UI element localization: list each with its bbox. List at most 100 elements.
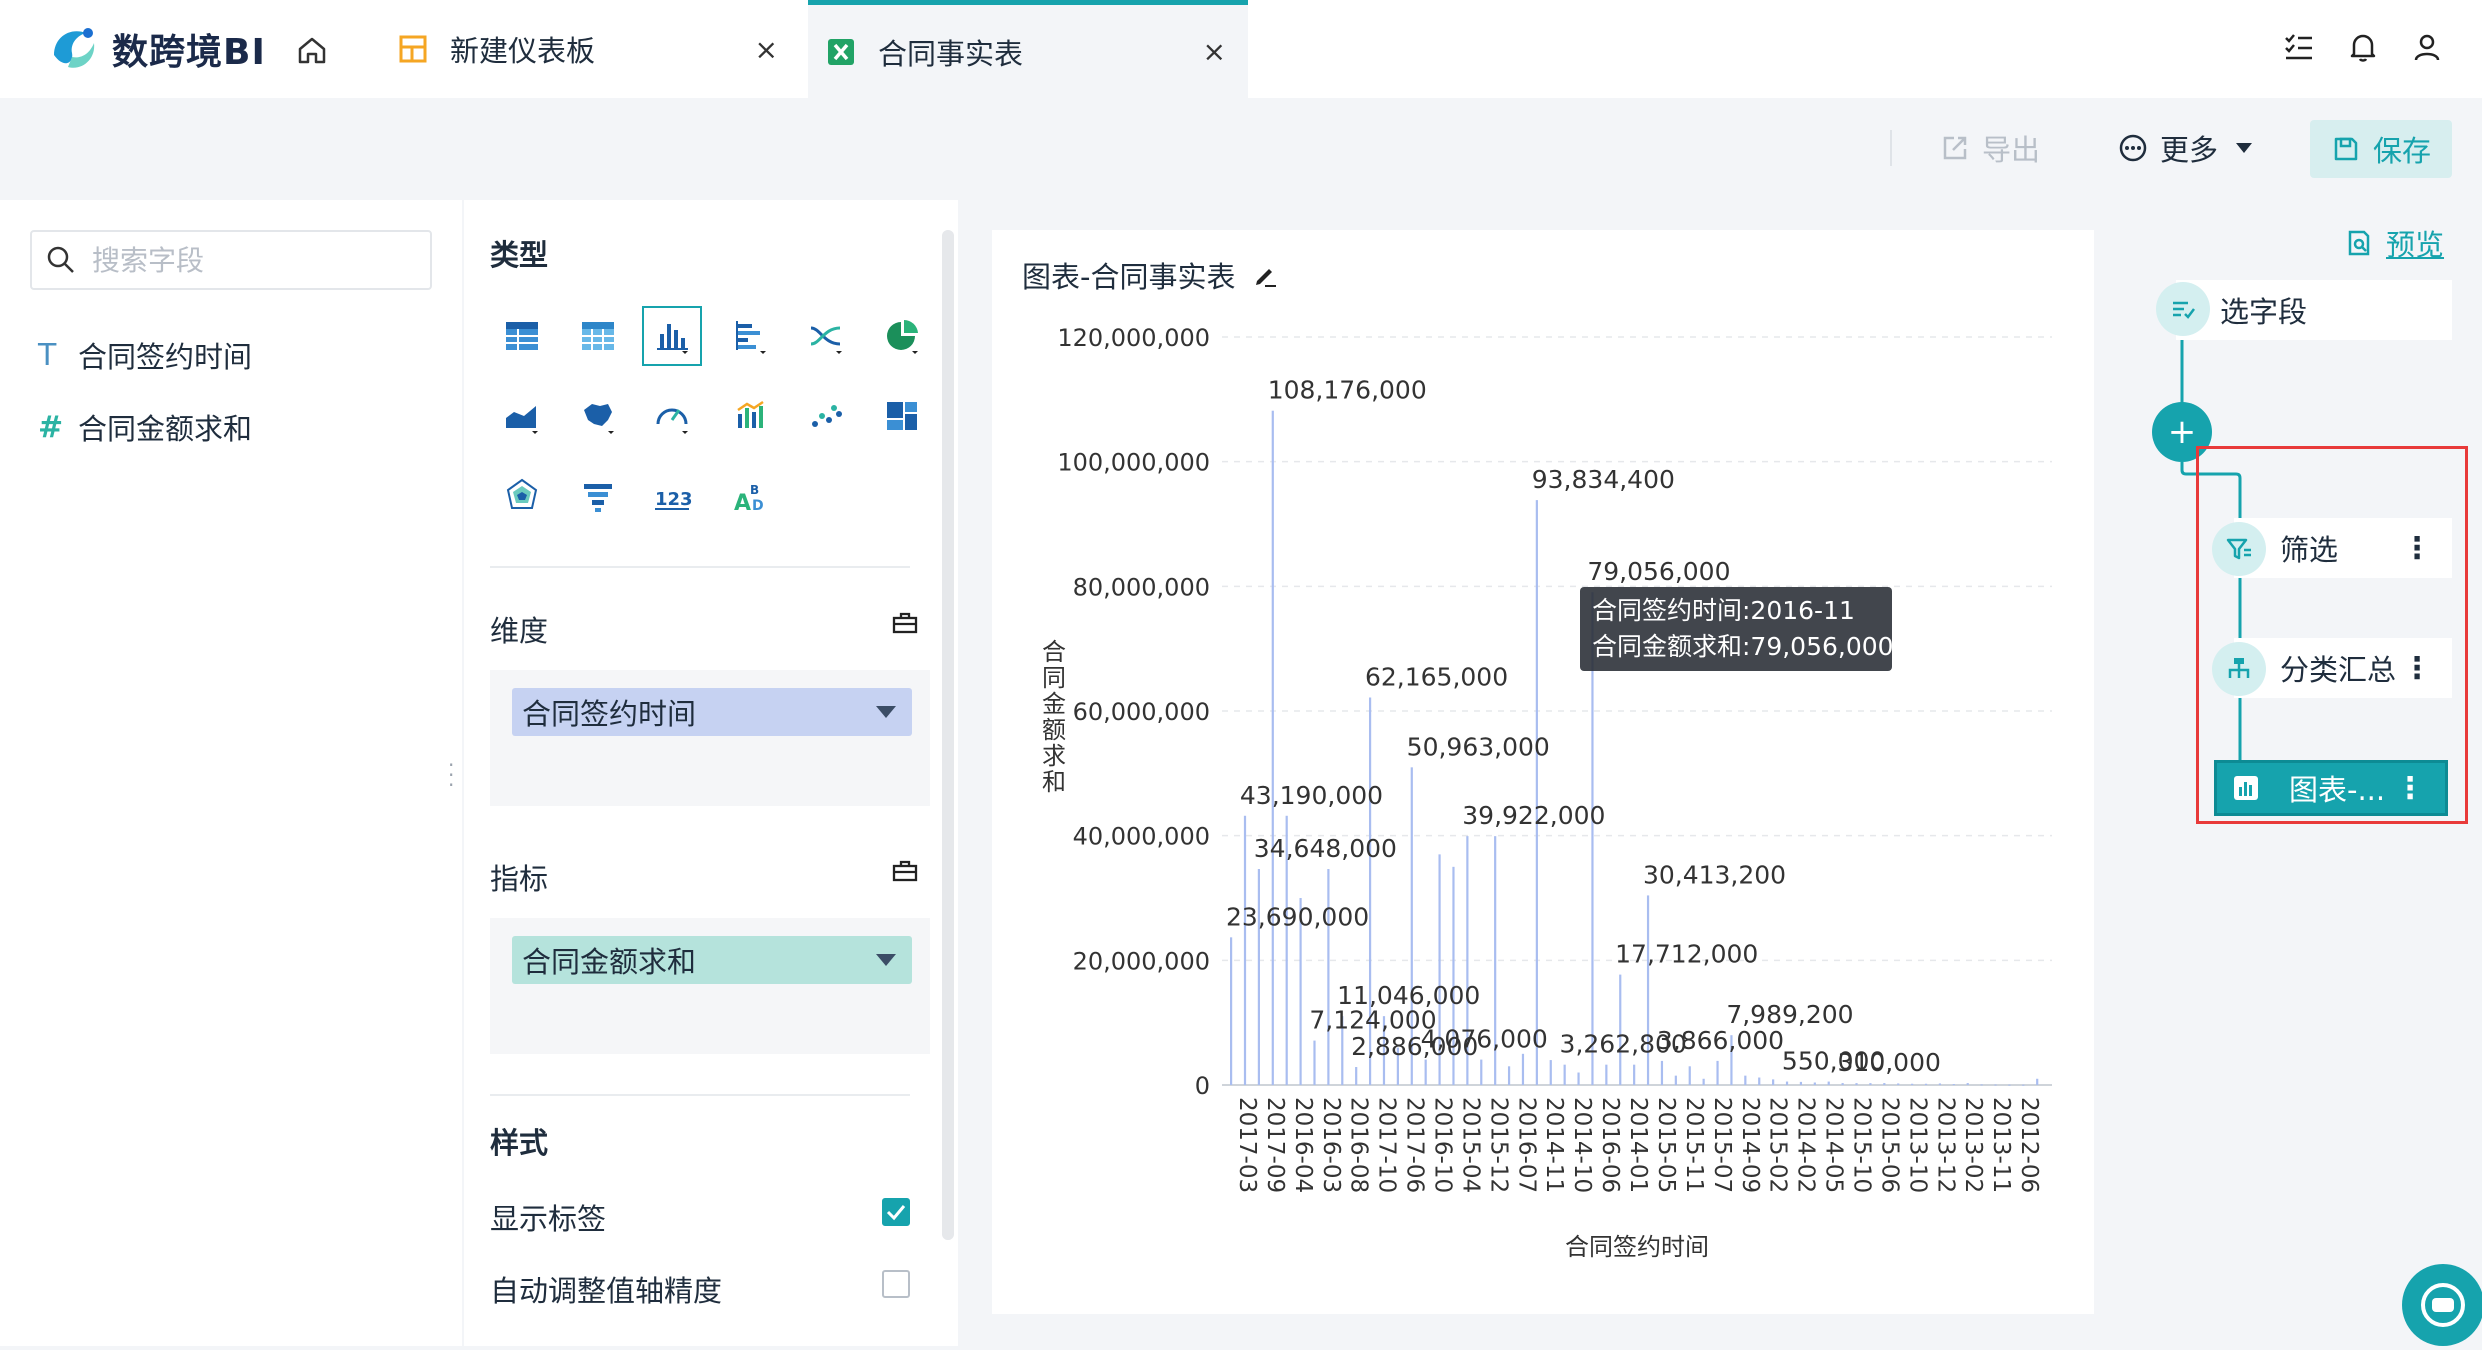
data-label: 2,886,000 (1351, 1032, 1478, 1061)
y-axis-title-char: 金 (1042, 690, 1066, 718)
x-tick-label: 2017-06 (1402, 1097, 1428, 1193)
metric-settings-icon[interactable] (890, 856, 920, 886)
field-item-contract-amount[interactable]: # 合同金额求和 (38, 402, 252, 452)
export-button[interactable]: 导出 (1940, 128, 2040, 168)
section-divider (490, 566, 910, 568)
chart-type-word-cloud[interactable]: ABD (720, 466, 780, 526)
bar (2008, 1084, 2011, 1086)
chart-type-line[interactable] (796, 306, 856, 366)
metric-chip[interactable]: 合同金额求和 (512, 936, 912, 984)
tab-dashboard[interactable]: 新建仪表板 × (380, 0, 800, 98)
task-list-icon[interactable] (2282, 30, 2316, 64)
panel-resize-handle[interactable]: · · · (448, 755, 454, 795)
chart-type-horizontal-bar[interactable] (720, 306, 780, 366)
toolbar-divider (1890, 130, 1892, 166)
chart-type-treemap[interactable] (872, 386, 932, 446)
bar (1952, 1084, 1955, 1086)
tab-close-icon[interactable]: × (755, 33, 778, 66)
chart-type-kpi-number[interactable]: 123 (642, 466, 702, 526)
bar (1938, 1083, 1942, 1085)
option-show-labels: 显示标签 (490, 1202, 607, 1236)
x-tick-label: 2014-09 (1737, 1097, 1763, 1193)
x-tick-label: 2014-02 (1793, 1097, 1819, 1193)
bar (1716, 1060, 1719, 1085)
user-icon[interactable] (2410, 30, 2444, 64)
x-tick-label: 2015-05 (1653, 1097, 1679, 1193)
svg-text:D: D (752, 498, 764, 514)
bar (1688, 1066, 1691, 1085)
bar (1702, 1078, 1705, 1085)
data-label: 17,712,000 (1615, 940, 1758, 969)
scrollbar-thumb[interactable] (942, 230, 954, 1240)
chart-type-bar[interactable] (642, 306, 702, 366)
chart-type-gauge[interactable] (642, 386, 702, 446)
app-logo[interactable]: 数跨境BI (48, 18, 266, 80)
chart-type-area[interactable] (492, 386, 552, 446)
chat-support-button[interactable] (2402, 1264, 2482, 1346)
chart-type-table[interactable] (492, 306, 552, 366)
tab-contract-fact-table[interactable]: 合同事实表 × (808, 0, 1248, 98)
bar (1660, 1060, 1664, 1085)
more-button[interactable]: 更多 (2118, 128, 2253, 168)
data-label: 310,000 (1838, 1048, 1941, 1077)
pivot-table-icon (582, 322, 614, 350)
save-label: 保存 (2372, 134, 2431, 168)
bar (1243, 815, 1247, 1085)
data-label: 79,056,000 (1587, 557, 1730, 586)
field-list-icon (2173, 301, 2195, 319)
chart-type-map[interactable] (568, 386, 628, 446)
tab-label: 新建仪表板 (450, 34, 596, 68)
bar (1577, 1072, 1580, 1085)
chart-type-pivot-table[interactable] (568, 306, 628, 366)
text-type-icon: T (38, 337, 57, 373)
search-field-box[interactable] (30, 230, 432, 290)
chart-type-pie[interactable] (872, 306, 932, 366)
x-tick-label: 2017-03 (1234, 1097, 1260, 1193)
show-labels-checkbox[interactable] (882, 1198, 910, 1226)
dashboard-icon (399, 35, 427, 63)
auto-axis-precision-checkbox[interactable] (882, 1270, 910, 1298)
x-tick-label: 2015-04 (1457, 1097, 1483, 1193)
bar-chart[interactable]: 0 20,000,000 40,000,000 60,000,000 80,000,00… (992, 230, 2094, 1314)
bar (1674, 1075, 1677, 1085)
chart-type-scatter[interactable] (796, 386, 856, 446)
tooltip-line-2: 合同金额求和:79,056,000 (1592, 632, 1894, 661)
bar (1507, 1066, 1511, 1085)
config-scrollbar[interactable] (942, 230, 954, 1240)
field-item-contract-time[interactable]: T 合同签约时间 (38, 330, 252, 380)
number-card-icon: 123 (655, 489, 692, 510)
chart-type-combo[interactable] (720, 386, 780, 446)
y-axis-title-char: 求 (1042, 742, 1066, 770)
dimension-chip[interactable]: 合同签约时间 (512, 688, 912, 736)
pie-chart-icon (887, 319, 918, 354)
plus-icon: + (2167, 412, 2197, 452)
tooltip-line-1: 合同签约时间:2016-11 (1592, 596, 1855, 625)
search-input[interactable] (90, 242, 394, 278)
x-tick-label: 2015-07 (1709, 1097, 1735, 1193)
bar (1924, 1083, 1928, 1085)
number-type-icon: # (38, 409, 64, 445)
x-tick-label: 2013-12 (1932, 1097, 1958, 1193)
y-axis-title-char: 和 (1042, 768, 1066, 796)
chart-type-radar[interactable] (492, 466, 552, 526)
dimension-settings-icon[interactable] (890, 608, 920, 638)
tab-close-icon[interactable]: × (1203, 35, 1226, 68)
bar (1897, 1083, 1900, 1085)
highlight-box (2196, 446, 2468, 824)
home-icon[interactable] (292, 30, 332, 70)
bar (1605, 1064, 1608, 1085)
top-right-icons (2282, 30, 2444, 64)
flow-node-select-fields[interactable]: 选字段 (2176, 280, 2452, 340)
bar (1633, 1064, 1636, 1085)
bar (2022, 1084, 2025, 1086)
chart-type-funnel[interactable] (568, 466, 628, 526)
bar (1271, 410, 1274, 1085)
x-tick-label: 2015-02 (1765, 1097, 1791, 1193)
chip-dropdown-icon[interactable] (876, 954, 896, 966)
bar (1813, 1082, 1816, 1085)
chip-dropdown-icon[interactable] (876, 706, 896, 718)
save-button[interactable]: 保存 (2310, 120, 2452, 178)
bell-icon[interactable] (2346, 30, 2380, 64)
bar-chart-icon (657, 324, 688, 354)
gauge-icon (656, 408, 688, 434)
